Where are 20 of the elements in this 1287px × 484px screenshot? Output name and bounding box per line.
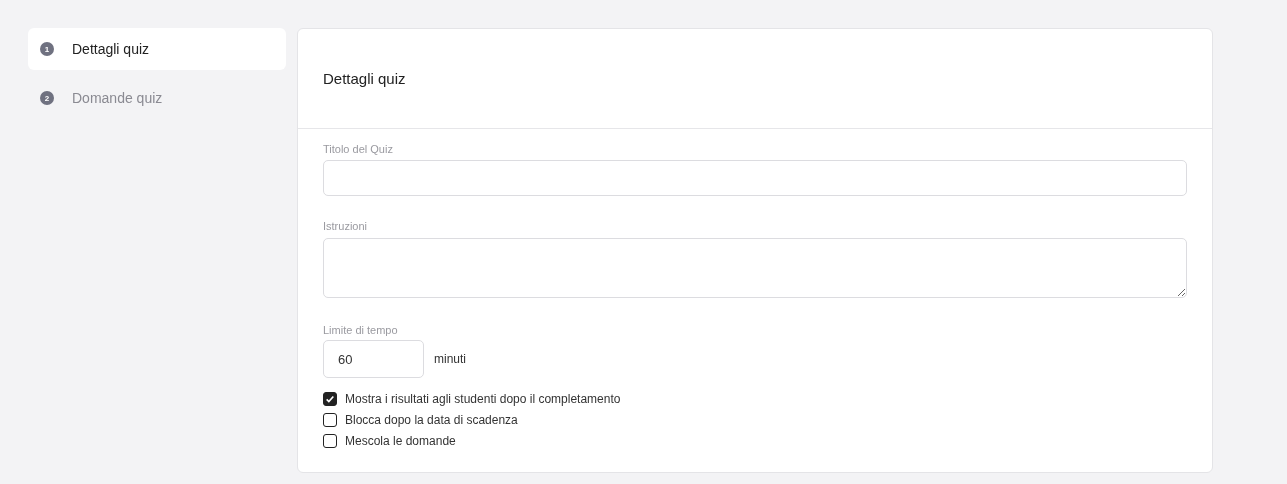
field-label: Limite di tempo [323, 324, 398, 336]
field-label: Istruzioni [323, 220, 368, 232]
field-label: Titolo del Quiz [323, 143, 393, 155]
checkbox[interactable] [323, 392, 337, 406]
checkmark-icon [325, 394, 335, 404]
step-number: 2 [40, 91, 54, 105]
option-label: Blocca dopo la data di scadenza [345, 413, 518, 427]
checkbox[interactable] [323, 413, 337, 427]
time-input[interactable]: 60 [323, 340, 424, 378]
step-number: 1 [40, 42, 54, 56]
title-input[interactable] [323, 160, 1187, 196]
card-title: Dettagli quiz [323, 70, 406, 87]
step-label: Domande quiz [72, 90, 163, 106]
step-label: Dettagli quiz [72, 41, 150, 57]
checkbox[interactable] [323, 434, 337, 448]
unit-label: minuti [434, 352, 466, 366]
step-tab[interactable]: 1 Dettagli quiz [28, 28, 286, 70]
step-tab[interactable]: 2 Domande quiz [28, 77, 286, 119]
option-label: Mostra i risultati agli studenti dopo il completamento [345, 392, 621, 406]
option-label: Mescola le domande [345, 434, 456, 448]
